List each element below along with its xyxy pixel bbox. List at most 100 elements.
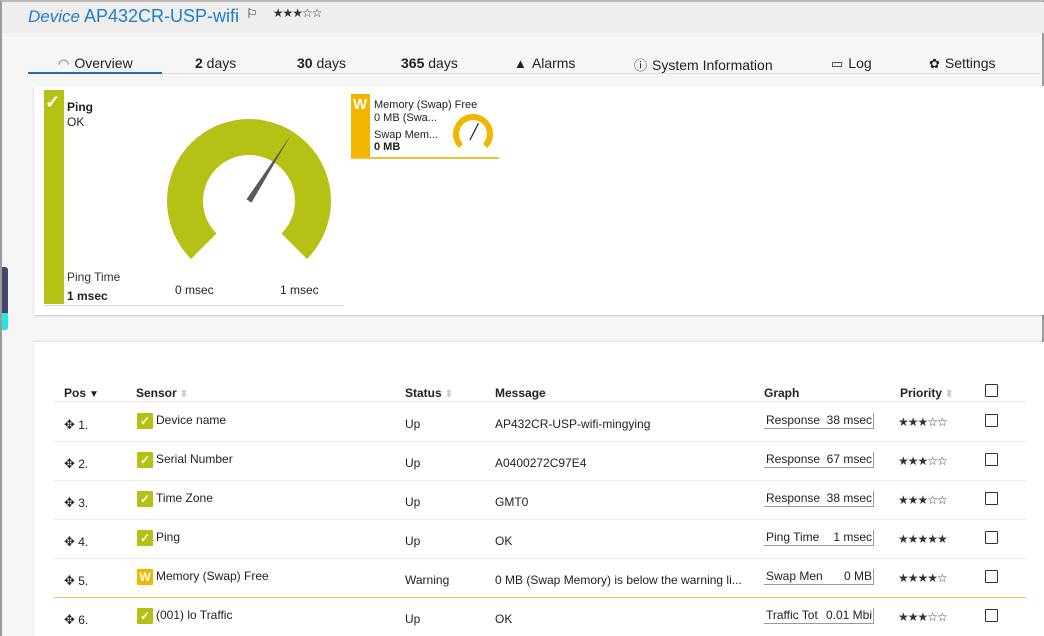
ping-gauge[interactable]: ✓ Ping OK Ping Time 1 msec 0 msec 1 msec	[44, 90, 344, 306]
log-icon: ▭	[831, 56, 844, 71]
mini-graph[interactable]: Response 67 msec	[764, 452, 874, 468]
mini-graph[interactable]: Traffic Tot 0.01 Mbi	[764, 608, 874, 624]
mini-graph[interactable]: Swap Men 0 MB	[764, 569, 874, 585]
tab-number: 30	[297, 55, 313, 71]
sensor-status: Up	[405, 612, 421, 626]
table-row[interactable]: ✥ 5. W Memory (Swap) Free Warning 0 MB (Swap…	[54, 559, 1026, 598]
graph-value: 1 msec	[831, 530, 872, 544]
graph-channel: Response	[766, 452, 821, 466]
sensor-message: AP432CR-USP-wifi-mingying	[495, 417, 651, 431]
row-checkbox[interactable]	[985, 570, 998, 583]
tab-label: Alarms	[531, 55, 576, 71]
sensor-status: Up	[405, 534, 421, 548]
check-icon: ✓	[45, 92, 61, 112]
warning-status-icon: W	[137, 569, 153, 585]
sort-icon: ⬍	[179, 389, 189, 400]
gauge-sensor-state: OK	[67, 115, 85, 129]
table-header: Pos ▼ Sensor ⬍ Status ⬍ Message Graph Prior…	[54, 380, 1026, 402]
pos-number: 3.	[78, 496, 89, 510]
col-label: Sensor	[136, 386, 177, 400]
pos-number: 1.	[78, 418, 89, 432]
warning-icon: ▲	[514, 56, 527, 71]
priority-stars[interactable]: ★★★☆☆	[898, 610, 948, 624]
select-all-checkbox[interactable]	[985, 384, 998, 397]
row-position: ✥ 4.	[64, 534, 88, 550]
sensor-status: Up	[405, 456, 421, 470]
gauge-channel-name: Swap Mem...	[374, 129, 439, 141]
title-bar: Device AP432CR-USP-wifi ⚐ ★★★☆☆	[2, 2, 1044, 33]
tab-label: days	[202, 55, 237, 71]
col-pos[interactable]: Pos ▼	[64, 386, 99, 400]
drag-move-icon[interactable]: ✥	[64, 417, 75, 432]
gear-icon: ✿	[929, 56, 940, 71]
gauge-min-label: 0 msec	[175, 283, 214, 297]
row-checkbox[interactable]	[985, 531, 998, 544]
sensor-name-link[interactable]: Serial Number	[156, 452, 233, 466]
tab-settings[interactable]: ✿ Settings	[929, 52, 996, 74]
tab-2-days[interactable]: 2 days	[195, 52, 236, 74]
drag-move-icon[interactable]: ✥	[64, 495, 75, 510]
tab-30-days[interactable]: 30 days	[297, 52, 346, 74]
mini-graph[interactable]: Response 38 msec	[764, 413, 874, 429]
tab-number: 365	[401, 55, 425, 71]
col-priority[interactable]: Priority ⬍	[900, 386, 953, 400]
col-sensor[interactable]: Sensor ⬍	[136, 386, 188, 400]
sensor-name-link[interactable]: Memory (Swap) Free	[156, 569, 269, 583]
sensor-status: Up	[405, 417, 421, 431]
tab-bar: ◠ Overview 2 days 30 days 365 days ▲ Alarm…	[28, 52, 1040, 74]
tab-alarms[interactable]: ▲ Alarms	[514, 52, 575, 74]
drag-move-icon[interactable]: ✥	[64, 612, 75, 627]
row-checkbox[interactable]	[985, 492, 998, 505]
drag-move-icon[interactable]: ✥	[64, 456, 75, 471]
sensor-name-link[interactable]: Time Zone	[156, 491, 213, 505]
row-position: ✥ 3.	[64, 495, 88, 511]
tab-system-information[interactable]: ⓘ System Information	[634, 52, 773, 74]
sensor-name-link[interactable]: Ping	[156, 530, 180, 544]
tab-label: days	[312, 55, 347, 71]
table-row[interactable]: ✥ 1. ✓ Device name Up AP432CR-USP-wifi-mingy…	[54, 403, 1026, 442]
table-row[interactable]: ✥ 6. ✓ (001) lo Traffic Up OK Traffic Tot 0.01…	[54, 598, 1026, 636]
col-label: Pos	[64, 386, 87, 400]
table-row[interactable]: ✥ 4. ✓ Ping Up OK Ping Time 1 msec ★★★★★	[54, 520, 1026, 559]
graph-value: 38 msec	[824, 491, 872, 505]
col-label: Status	[405, 386, 442, 400]
priority-stars[interactable]: ★★★★☆	[898, 571, 948, 585]
sensor-message: GMT0	[495, 495, 529, 509]
tab-overview[interactable]: ◠ Overview	[28, 52, 162, 74]
sensor-name-link[interactable]: Device name	[156, 413, 226, 427]
mini-graph[interactable]: Response 38 msec	[764, 491, 874, 507]
col-graph: Graph	[764, 386, 799, 400]
row-position: ✥ 6.	[64, 612, 88, 628]
memory-gauge[interactable]: W Memory (Swap) Free 0 MB (Swa... Swap M…	[351, 94, 499, 159]
graph-value: 38 msec	[824, 413, 872, 427]
row-checkbox[interactable]	[985, 453, 998, 466]
table-row[interactable]: ✥ 3. ✓ Time Zone Up GMT0 Response 38 msec ★★★☆☆	[54, 481, 1026, 520]
sensor-name-link[interactable]: (001) lo Traffic	[156, 608, 232, 622]
flag-icon[interactable]: ⚐	[246, 6, 258, 21]
col-status[interactable]: Status ⬍	[405, 386, 453, 400]
tab-number: 2	[195, 55, 203, 71]
tab-log[interactable]: ▭ Log	[831, 52, 872, 74]
tab-365-days[interactable]: 365 days	[401, 52, 458, 74]
priority-stars[interactable]: ★★★☆☆	[898, 415, 948, 429]
side-scroll-handle[interactable]	[2, 267, 8, 330]
sensor-table-panel: Pos ▼ Sensor ⬍ Status ⬍ Message Graph Prior…	[34, 342, 1044, 636]
status-bar-ok: ✓	[44, 90, 64, 304]
pos-number: 5.	[78, 574, 89, 588]
priority-stars[interactable]: ★★★☆☆	[898, 454, 948, 468]
row-checkbox[interactable]	[985, 414, 998, 427]
graph-channel: Response	[766, 491, 821, 505]
priority-stars[interactable]: ★★★☆☆	[898, 493, 948, 507]
gauge-sensor-state: 0 MB (Swa...	[374, 112, 437, 124]
drag-move-icon[interactable]: ✥	[64, 573, 75, 588]
mini-graph[interactable]: Ping Time 1 msec	[764, 530, 874, 546]
priority-stars[interactable]: ★★★★★	[898, 532, 948, 546]
gauge-sensor-name: Ping	[67, 100, 93, 114]
pos-number: 6.	[78, 613, 89, 627]
table-row[interactable]: ✥ 2. ✓ Serial Number Up A0400272C97E4 Respons…	[54, 442, 1026, 481]
drag-move-icon[interactable]: ✥	[64, 534, 75, 549]
ok-status-icon: ✓	[137, 413, 153, 429]
device-priority-stars[interactable]: ★★★☆☆	[273, 6, 323, 20]
gauge-arc	[453, 114, 493, 149]
row-checkbox[interactable]	[985, 609, 998, 622]
